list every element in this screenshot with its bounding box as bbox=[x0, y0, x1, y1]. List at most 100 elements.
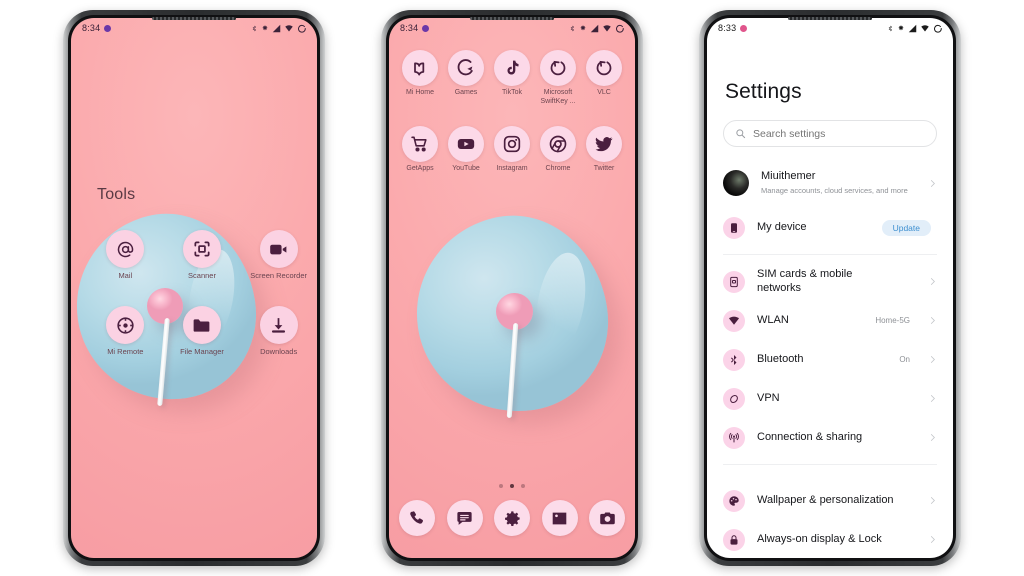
settings-row-label: VPN bbox=[757, 391, 780, 404]
broadcast-icon bbox=[723, 426, 745, 449]
settings-row-text: Bluetooth bbox=[757, 353, 887, 367]
status-time: 8:34 bbox=[82, 23, 101, 33]
app-label: TikTok bbox=[502, 89, 522, 96]
wifi-icon bbox=[603, 24, 611, 31]
app-twitter[interactable]: Twitter bbox=[581, 126, 627, 174]
dock-item-camera[interactable] bbox=[589, 500, 625, 536]
phone-3-screen: 8:33 Settings Search settings Miuithemer… bbox=[707, 18, 953, 558]
chevron-right-icon bbox=[930, 536, 935, 543]
app-label: Games bbox=[454, 89, 478, 96]
settings-row-always-on-display-lock[interactable]: Always-on display & Lock bbox=[707, 520, 953, 558]
search-icon bbox=[736, 129, 746, 139]
dock-item-settings[interactable] bbox=[494, 500, 530, 536]
device-icon bbox=[723, 216, 745, 239]
chevron-right-icon bbox=[930, 317, 935, 324]
app-mail[interactable]: Mail bbox=[87, 230, 164, 280]
settings-row-wlan[interactable]: WLAN Home-5G bbox=[707, 301, 953, 340]
settings-row-text: Wallpaper & personalization bbox=[757, 494, 898, 508]
palette-icon bbox=[723, 489, 745, 512]
divider bbox=[723, 464, 937, 465]
status-right bbox=[251, 24, 306, 33]
phone-1: 8:34 Tools Mail Scanner Screen Recorder … bbox=[63, 10, 325, 566]
earpiece-speaker bbox=[470, 17, 554, 20]
app-games[interactable]: Games bbox=[443, 50, 489, 107]
settings-row-text: VPN bbox=[757, 392, 898, 406]
chevron-right-icon bbox=[930, 278, 935, 285]
settings-row-text: SIM cards & mobile networks bbox=[757, 268, 898, 296]
settings-row-wallpaper-personalization[interactable]: Wallpaper & personalization bbox=[707, 481, 953, 520]
phone-icon bbox=[399, 500, 435, 536]
app-vlc[interactable]: VLC bbox=[581, 50, 627, 107]
page-title: Settings bbox=[725, 80, 802, 103]
mi-home-icon bbox=[402, 50, 438, 86]
app-instagram[interactable]: Instagram bbox=[489, 126, 535, 174]
dock-item-gallery[interactable] bbox=[541, 500, 578, 536]
settings-list: Miuithemer Manage accounts, cloud servic… bbox=[707, 158, 953, 558]
download-icon bbox=[259, 306, 298, 345]
page-dot-2-active[interactable] bbox=[510, 484, 514, 488]
app-getapps[interactable]: GetApps bbox=[397, 126, 443, 174]
earpiece-speaker bbox=[152, 17, 236, 20]
search-input[interactable] bbox=[753, 127, 925, 140]
settings-row-bluetooth[interactable]: Bluetooth On bbox=[707, 340, 953, 379]
app-label: VLC bbox=[597, 89, 611, 96]
chevron-right-icon bbox=[930, 356, 935, 363]
status-left: 8:34 bbox=[400, 23, 430, 33]
settings-row-vpn[interactable]: VPN bbox=[707, 379, 953, 418]
app-youtube[interactable]: YouTube bbox=[443, 126, 489, 174]
settings-row-account[interactable]: Miuithemer Manage accounts, cloud servic… bbox=[707, 158, 953, 208]
sim-icon bbox=[723, 270, 745, 293]
app-mi-home[interactable]: Mi Home bbox=[397, 50, 443, 107]
settings-row-connection-sharing[interactable]: Connection & sharing bbox=[707, 418, 953, 457]
video-camera-icon bbox=[259, 230, 298, 268]
status-left: 8:33 bbox=[718, 23, 748, 33]
swiftkey-icon bbox=[540, 50, 576, 86]
vibrate-icon bbox=[262, 24, 268, 30]
app-file-manager[interactable]: File Manager bbox=[164, 306, 241, 356]
app-label: File Manager bbox=[180, 347, 224, 357]
status-bar: 8:34 bbox=[71, 18, 317, 38]
search-settings-box[interactable] bbox=[723, 120, 937, 147]
status-right bbox=[569, 24, 624, 33]
home-dock bbox=[399, 500, 625, 536]
image-icon bbox=[541, 500, 578, 536]
app-chrome[interactable]: Chrome bbox=[535, 126, 581, 174]
settings-row-text: Miuithemer Manage accounts, cloud servic… bbox=[761, 170, 916, 196]
app-screen-recorder[interactable]: Screen Recorder bbox=[240, 230, 317, 280]
update-badge[interactable]: Update bbox=[881, 219, 931, 236]
page-dot-3[interactable] bbox=[521, 484, 525, 488]
dock-item-phone[interactable] bbox=[399, 500, 435, 536]
settings-row-my-device[interactable]: My device Update bbox=[707, 208, 953, 247]
vpn-icon bbox=[723, 387, 745, 410]
settings-row-text: WLAN bbox=[757, 314, 863, 328]
twitter-icon bbox=[586, 126, 622, 162]
app-tiktok[interactable]: TikTok bbox=[489, 50, 535, 107]
chevron-right-icon bbox=[930, 395, 935, 402]
vibrate-icon bbox=[580, 24, 586, 30]
settings-app: 8:33 Settings Search settings Miuithemer… bbox=[707, 18, 953, 558]
app-mi-remote[interactable]: Mi Remote bbox=[87, 306, 164, 356]
settings-row-label: Always-on display & Lock bbox=[757, 532, 882, 545]
page-indicator-dots[interactable] bbox=[389, 484, 635, 488]
app-microsoft-swiftkey[interactable]: Microsoft SwiftKey ... bbox=[535, 50, 581, 107]
dock-item-messages[interactable] bbox=[446, 500, 483, 536]
settings-row-sim-cards[interactable]: SIM cards & mobile networks bbox=[707, 262, 953, 301]
scanner-icon bbox=[182, 230, 221, 268]
app-downloads[interactable]: Downloads bbox=[240, 306, 317, 356]
cart-icon bbox=[402, 126, 438, 162]
page-dot-1[interactable] bbox=[499, 484, 503, 488]
home-app-row-1: Mi Home Games TikTok Microsoft SwiftKey … bbox=[397, 50, 627, 107]
app-scanner[interactable]: Scanner bbox=[164, 230, 241, 280]
account-subtitle: Manage accounts, cloud services, and mor… bbox=[761, 185, 908, 195]
settings-row-value: Home-5G bbox=[875, 316, 910, 325]
folder-app-grid: Mail Scanner Screen Recorder Mi Remote F… bbox=[87, 230, 317, 357]
settings-row-text: Connection & sharing bbox=[757, 431, 898, 445]
signal-icon bbox=[272, 24, 281, 32]
app-label: Microsoft SwiftKey ... bbox=[540, 89, 576, 105]
gear-icon bbox=[494, 500, 530, 536]
settings-row-label: SIM cards & mobile networks bbox=[757, 267, 853, 294]
settings-row-label: WLAN bbox=[757, 313, 789, 326]
lock-icon bbox=[723, 528, 745, 551]
app-label: GetApps bbox=[406, 165, 434, 172]
